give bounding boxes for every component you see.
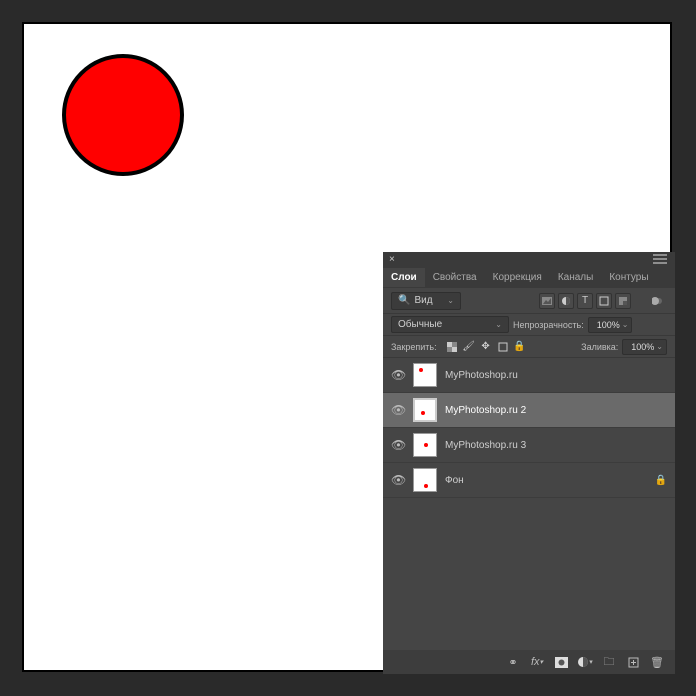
- tab-layers[interactable]: Слои: [383, 268, 425, 287]
- layer-thumbnail[interactable]: [413, 433, 437, 457]
- filter-type-icon[interactable]: T: [577, 293, 593, 309]
- visibility-icon[interactable]: 👁: [391, 438, 405, 452]
- filter-toggle-switch-icon[interactable]: [651, 293, 667, 309]
- lock-artboard-icon[interactable]: [496, 340, 510, 354]
- visibility-icon[interactable]: 👁: [391, 473, 405, 487]
- close-icon[interactable]: ×: [389, 254, 395, 265]
- fill-input[interactable]: ⌄: [622, 339, 667, 355]
- chevron-down-icon: ⌄: [656, 342, 663, 351]
- panel-tabs: Слои Свойства Коррекция Каналы Контуры: [383, 266, 675, 288]
- new-layer-icon[interactable]: [625, 654, 641, 670]
- tab-properties[interactable]: Свойства: [425, 268, 485, 287]
- layer-thumbnail[interactable]: [413, 468, 437, 492]
- layer-thumbnail[interactable]: [413, 398, 437, 422]
- tab-channels[interactable]: Каналы: [550, 268, 602, 287]
- layer-row[interactable]: 👁 Фон 🔒: [383, 463, 675, 498]
- opacity-value[interactable]: [592, 320, 620, 330]
- red-circle-shape[interactable]: [62, 54, 184, 176]
- lock-position-icon[interactable]: ✥: [479, 340, 493, 354]
- layers-panel: × Слои Свойства Коррекция Каналы Контуры…: [383, 252, 675, 674]
- fill-label: Заливка:: [581, 342, 618, 352]
- layer-style-icon[interactable]: fx▾: [529, 654, 545, 670]
- chevron-down-icon: ⌄: [495, 320, 502, 329]
- layers-list: 👁 MyPhotoshop.ru 👁 MyPhotoshop.ru 2 👁 MyPhoto…: [383, 358, 675, 650]
- filter-smartobject-icon[interactable]: [615, 293, 631, 309]
- layer-filter-select[interactable]: 🔍 Вид ⌄: [391, 292, 461, 310]
- search-icon: 🔍: [398, 295, 410, 306]
- blend-mode-select[interactable]: Обычные ⌄: [391, 316, 509, 333]
- panel-footer: ⚭ fx▾ ▾ 🗀 🗑: [383, 650, 675, 674]
- filter-shape-icon[interactable]: [596, 293, 612, 309]
- layer-mask-icon[interactable]: [553, 654, 569, 670]
- lock-icon[interactable]: 🔒: [655, 475, 667, 486]
- filter-adjustment-icon[interactable]: [558, 293, 574, 309]
- visibility-icon[interactable]: 👁: [391, 368, 405, 382]
- panel-menu-icon[interactable]: [653, 254, 669, 264]
- chevron-down-icon: ⌄: [622, 320, 629, 329]
- layer-name[interactable]: MyPhotoshop.ru: [445, 370, 518, 381]
- link-layers-icon[interactable]: ⚭: [505, 654, 521, 670]
- adjustment-layer-icon[interactable]: ▾: [577, 654, 593, 670]
- group-icon[interactable]: 🗀: [601, 654, 617, 670]
- lock-pixels-icon[interactable]: 🖌: [462, 340, 476, 354]
- chevron-down-icon: ⌄: [447, 296, 454, 305]
- layer-name[interactable]: MyPhotoshop.ru 3: [445, 440, 526, 451]
- fill-value[interactable]: [626, 342, 654, 352]
- lock-transparency-icon[interactable]: [445, 340, 459, 354]
- opacity-label: Непрозрачность:: [513, 320, 584, 330]
- lock-all-icon[interactable]: 🔒: [513, 340, 527, 354]
- delete-layer-icon[interactable]: 🗑: [649, 654, 665, 670]
- tab-paths[interactable]: Контуры: [601, 268, 656, 287]
- opacity-input[interactable]: ⌄: [588, 317, 633, 333]
- lock-label: Закрепить:: [391, 342, 437, 352]
- layer-thumbnail[interactable]: [413, 363, 437, 387]
- layer-row[interactable]: 👁 MyPhotoshop.ru 3: [383, 428, 675, 463]
- visibility-icon[interactable]: 👁: [391, 403, 405, 417]
- layer-name[interactable]: Фон: [445, 475, 464, 486]
- blend-mode-value: Обычные: [398, 319, 442, 330]
- filter-pixel-icon[interactable]: [539, 293, 555, 309]
- layer-row[interactable]: 👁 MyPhotoshop.ru: [383, 358, 675, 393]
- layer-name[interactable]: MyPhotoshop.ru 2: [445, 405, 526, 416]
- filter-label: Вид: [414, 295, 432, 306]
- tab-adjustments[interactable]: Коррекция: [485, 268, 550, 287]
- layer-row[interactable]: 👁 MyPhotoshop.ru 2: [383, 393, 675, 428]
